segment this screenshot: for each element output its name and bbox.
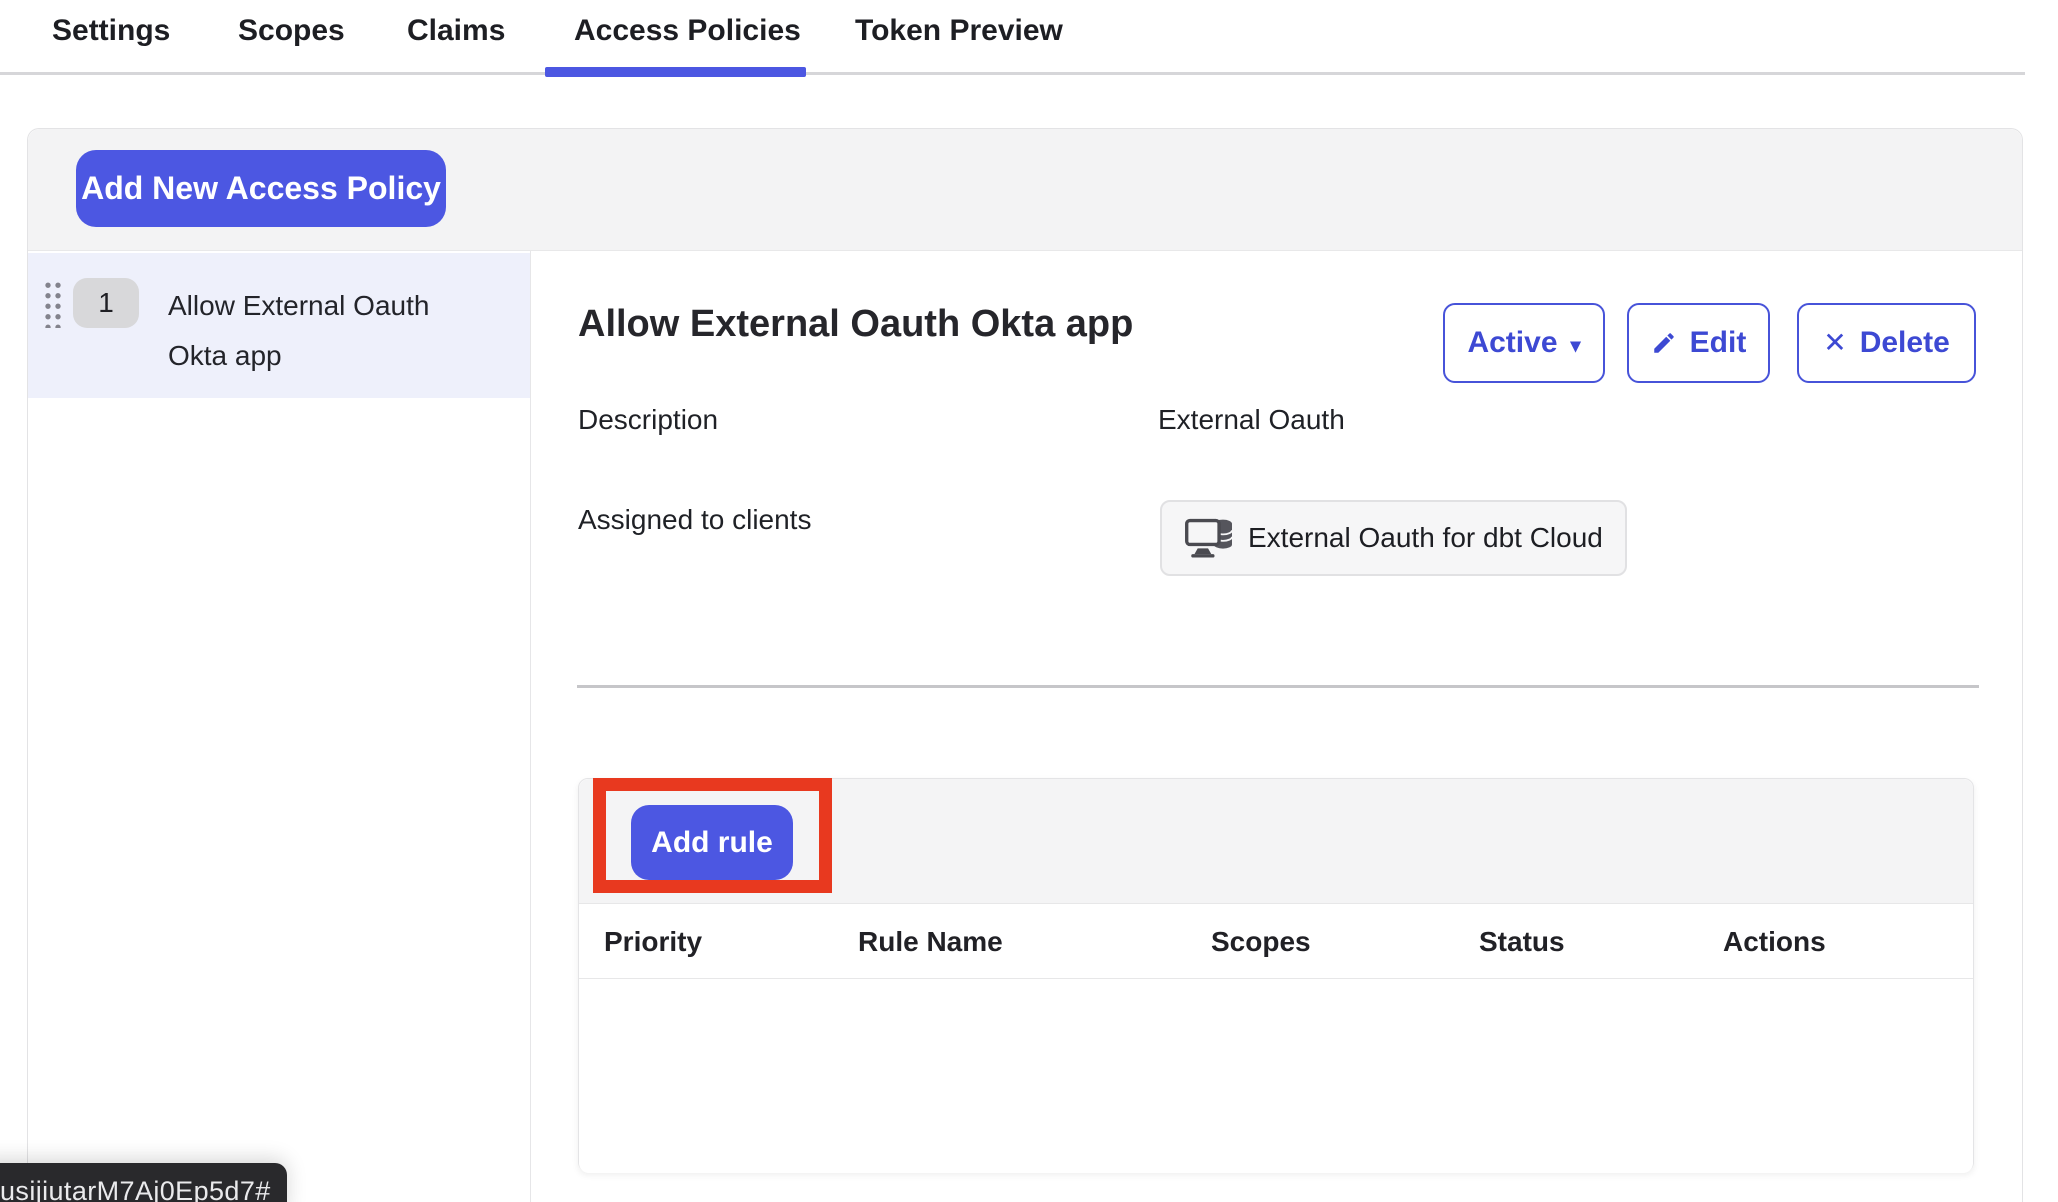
description-label: Description: [578, 404, 718, 436]
tab-scopes[interactable]: Scopes: [238, 14, 345, 48]
column-scopes: Scopes: [1211, 926, 1311, 958]
delete-label: Delete: [1860, 326, 1950, 360]
computer-icon: [1184, 516, 1236, 560]
edit-label: Edit: [1690, 326, 1747, 360]
description-value: External Oauth: [1158, 404, 1345, 436]
policy-list-item[interactable]: 1 Allow External Oauth Okta app: [28, 253, 530, 398]
tab-settings[interactable]: Settings: [52, 14, 170, 48]
status-label: Active: [1467, 326, 1557, 360]
column-priority: Priority: [604, 926, 702, 958]
delete-button[interactable]: ✕ Delete: [1797, 303, 1976, 383]
tab-access-policies[interactable]: Access Policies: [574, 14, 801, 48]
assigned-to-clients-label: Assigned to clients: [578, 504, 811, 536]
link-status-tooltip: usijiutarM7Aj0Ep5d7#: [0, 1163, 287, 1202]
policy-title: Allow External Oauth Okta app: [578, 303, 1133, 346]
page: Settings Scopes Claims Access Policies T…: [0, 0, 2058, 1202]
column-status: Status: [1479, 926, 1565, 958]
add-rule-button[interactable]: Add rule: [631, 805, 793, 880]
sidebar-divider: [530, 251, 531, 1202]
assigned-client-name: External Oauth for dbt Cloud: [1248, 522, 1603, 554]
tab-bar-divider: [0, 72, 2025, 75]
policy-item-label: Allow External Oauth Okta app: [168, 281, 453, 381]
tab-claims[interactable]: Claims: [407, 14, 505, 48]
priority-badge: 1: [73, 278, 139, 328]
column-rule-name: Rule Name: [858, 926, 1003, 958]
status-dropdown-button[interactable]: Active ▾: [1443, 303, 1605, 383]
rules-toolbar: Add rule: [579, 779, 1973, 904]
link-status-text: usijiutarM7Aj0Ep5d7#: [0, 1176, 271, 1202]
rules-table-body-empty: [579, 979, 1973, 1173]
column-actions: Actions: [1723, 926, 1826, 958]
active-tab-underline: [545, 67, 806, 77]
drag-handle-icon[interactable]: [43, 280, 61, 328]
rules-table-header: Priority Rule Name Scopes Status Actions: [579, 904, 1973, 979]
pencil-icon: [1651, 330, 1677, 356]
section-divider: [577, 685, 1979, 688]
add-new-access-policy-button[interactable]: Add New Access Policy: [76, 150, 446, 227]
assigned-client-chip: External Oauth for dbt Cloud: [1160, 500, 1627, 576]
policy-toolbar: Add New Access Policy: [28, 129, 2022, 251]
close-icon: ✕: [1823, 326, 1846, 359]
tab-token-preview[interactable]: Token Preview: [855, 14, 1063, 48]
tab-bar: Settings Scopes Claims Access Policies T…: [0, 0, 2058, 76]
caret-down-icon: ▾: [1571, 333, 1581, 358]
rules-table-card: Add rule Priority Rule Name Scopes Statu…: [578, 778, 1974, 1172]
edit-button[interactable]: Edit: [1627, 303, 1770, 383]
